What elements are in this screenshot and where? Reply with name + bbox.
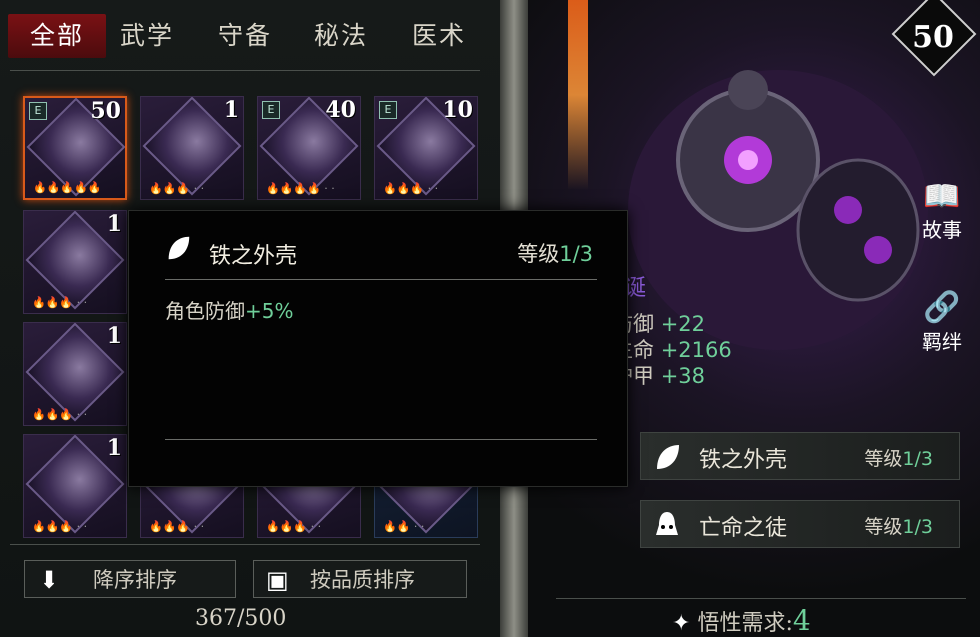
skill-name: 铁之外壳 [699,448,788,473]
star-flames: 🔥🔥🔥 · · [32,520,88,533]
character-card[interactable]: 1 🔥🔥🔥 · · [23,210,127,314]
requirement-label: 悟性需求: [697,611,793,636]
card-level: 1 [106,435,122,461]
chain-link-icon: 🔗 [923,290,961,325]
card-level: 1 [223,97,239,123]
star-flames: 🔥🔥🔥🔥🔥 [33,181,102,194]
requirement: ✦ 悟性需求:4 [672,604,811,637]
hero-level: 50 [912,20,954,55]
e-badge-icon: E [379,101,397,119]
star-flames: 🔥🔥🔥🔥 · · [266,182,335,195]
cube-icon: ▣ [266,566,289,594]
story-label: 故事 [922,218,962,242]
star-flames: 🔥🔥 · · [383,520,425,533]
leaf-icon [657,445,679,469]
character-card[interactable]: E 40 🔥🔥🔥🔥 · · [257,96,361,200]
tooltip-description: 角色防御+5% [165,299,294,323]
tooltip-level: 等级1/3 [517,242,593,266]
star-flames: 🔥🔥🔥 · · [32,296,88,309]
arrow-down-icon: ⬇ [39,566,60,594]
star-flames: 🔥🔥🔥 · · [266,520,322,533]
character-count: 367/500 [195,606,287,631]
tab-arcane[interactable]: 秘法 [314,14,368,58]
skill-name: 亡命之徒 [699,516,788,541]
category-tabs: 全部 武学 守备 秘法 医术 [0,0,500,72]
skill-row[interactable]: 铁之外壳 等级1/3 [640,432,960,480]
star-flames: 🔥🔥🔥 · · [32,408,88,421]
tab-medicine[interactable]: 医术 [412,14,466,58]
grid-divider [10,544,480,545]
requirement-value: 4 [792,604,811,637]
card-level: 50 [90,98,121,124]
skill-level: 等级1/3 [864,516,933,538]
sort-descending-label: 降序排序 [93,568,177,592]
character-card[interactable]: 1 🔥🔥🔥 · · [23,322,127,426]
tooltip-divider [165,279,597,280]
sort-quality-button[interactable]: ▣ 按品质排序 [253,560,467,598]
skill-row[interactable]: 亡命之徒 等级1/3 [640,500,960,548]
bell-icon [656,512,678,535]
hero-portrait [628,70,928,350]
flame-trail [568,0,588,190]
character-card[interactable]: E 10 🔥🔥🔥 · · [374,96,478,200]
star-flames: 🔥🔥🔥 · · [383,182,439,195]
star-flames: 🔥🔥🔥 · · [149,182,205,195]
tooltip-divider [165,439,597,440]
story-button[interactable]: 📖 故事 [912,180,972,243]
card-level: 1 [106,211,122,237]
sort-quality-label: 按品质排序 [310,568,415,592]
sparkle-icon: ✦ [672,611,691,636]
e-badge-icon: E [262,101,280,119]
skill-level: 等级1/3 [864,448,933,470]
tooltip-title: 铁之外壳 [209,244,298,269]
character-card[interactable]: 1 🔥🔥🔥 · · [140,96,244,200]
star-flames: 🔥🔥🔥 · · [149,520,205,533]
card-level: 1 [106,323,122,349]
tab-divider [10,70,480,71]
e-badge-icon: E [29,102,47,120]
bond-button[interactable]: 🔗 羁绊 [912,290,972,355]
character-card[interactable]: 1 🔥🔥🔥 · · [23,434,127,538]
book-icon: 📖 [923,179,961,214]
requirement-divider [556,598,966,599]
tab-all[interactable]: 全部 [8,14,106,58]
tab-defense[interactable]: 守备 [218,14,272,58]
card-level: 40 [325,97,356,123]
hero-level-badge: 50 [891,0,977,77]
leaf-icon [168,236,190,260]
sort-descending-button[interactable]: ⬇ 降序排序 [24,560,236,598]
tab-martial[interactable]: 武学 [120,14,174,58]
card-level: 10 [442,97,473,123]
bond-label: 羁绊 [922,330,962,354]
skill-tooltip: 铁之外壳 等级1/3 角色防御+5% [128,210,628,487]
character-card[interactable]: E 50 🔥🔥🔥🔥🔥 [23,96,127,200]
